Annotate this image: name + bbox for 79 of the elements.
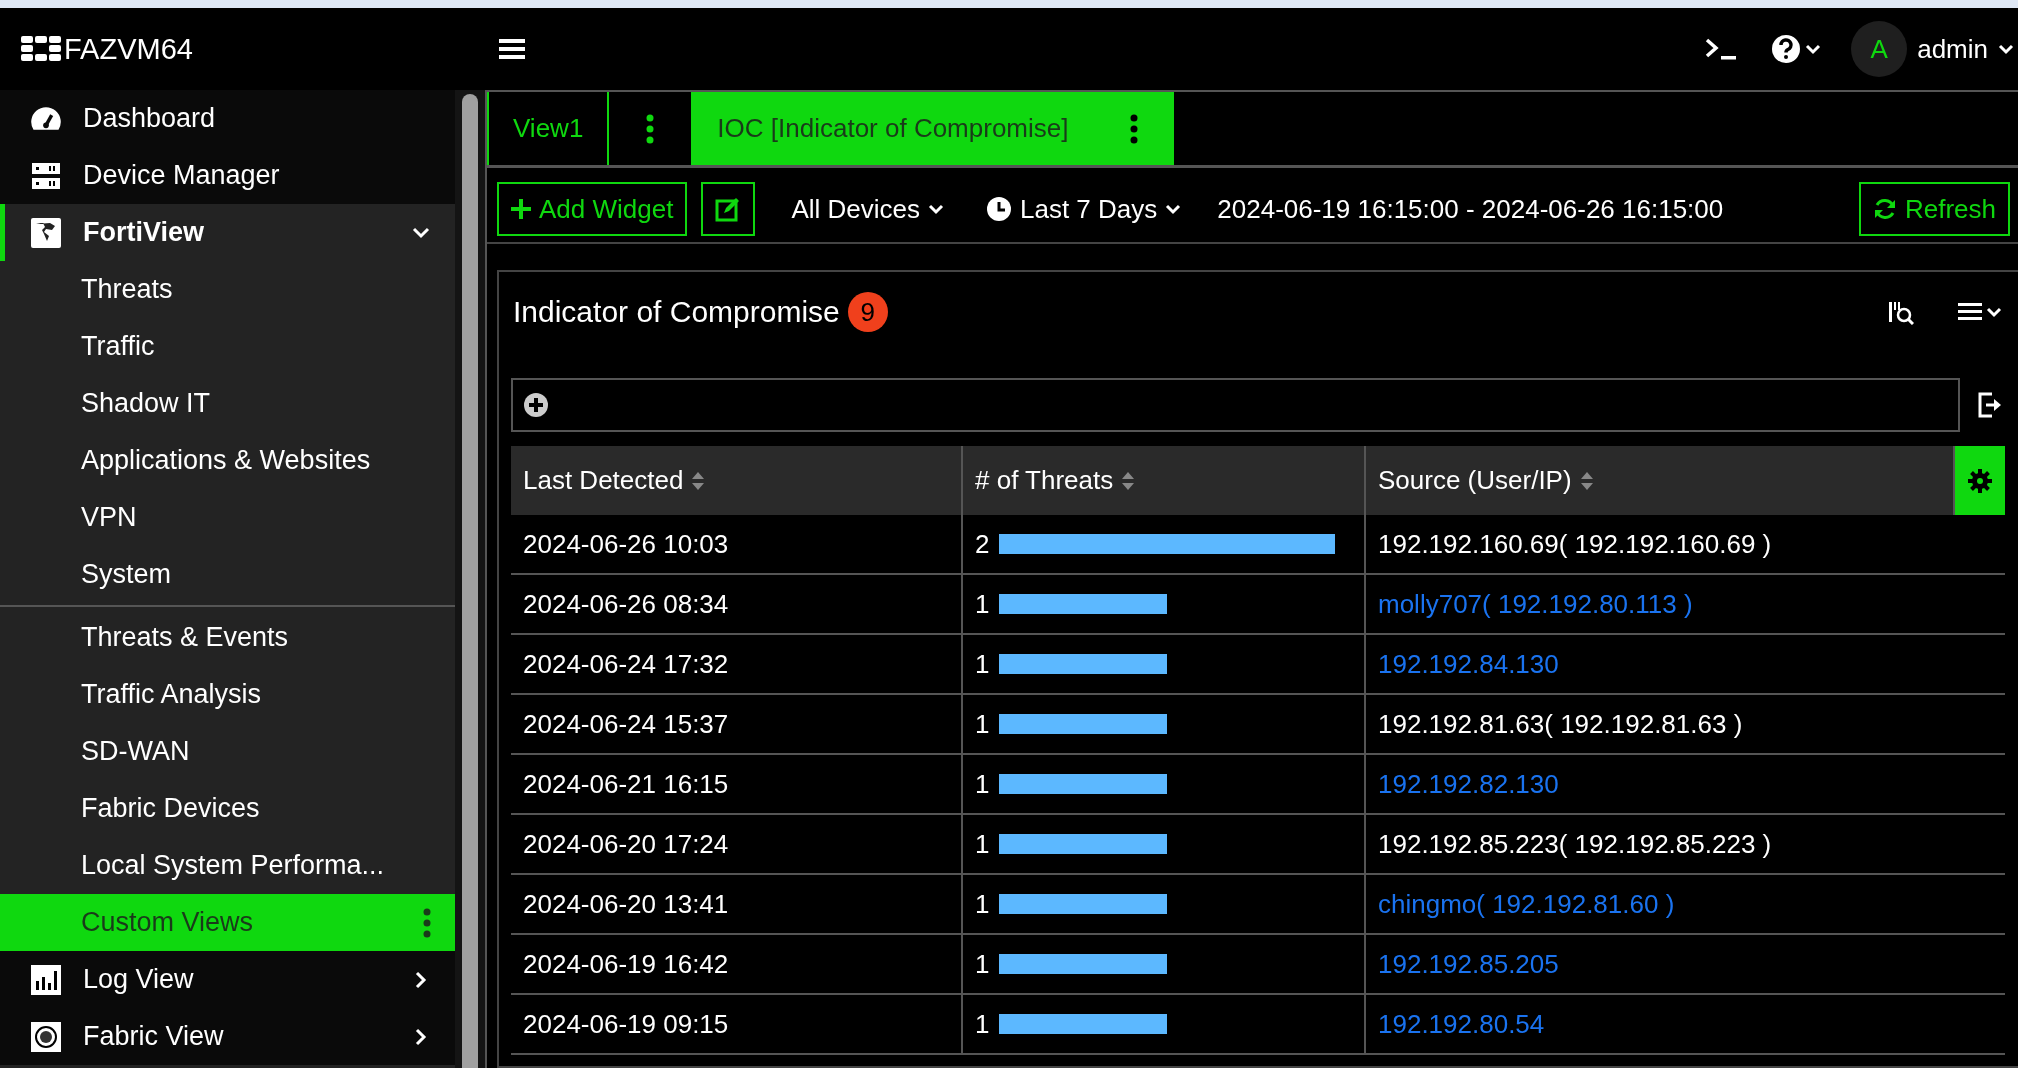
threat-count: 1 [975, 588, 989, 620]
clock-icon [986, 196, 1012, 222]
table-cell: 2024-06-19 09:15 [511, 995, 963, 1053]
product-name: FAZVM64 [64, 32, 193, 66]
add-filter-icon [523, 392, 549, 418]
threat-count: 2 [975, 528, 989, 560]
more-icon [1130, 113, 1139, 144]
caret-icon [1986, 306, 2002, 318]
sidebar-subitem[interactable]: Custom Views [0, 894, 455, 951]
table-cell: 2024-06-21 16:15 [511, 755, 963, 813]
sidebar-item[interactable]: Device Manager [0, 147, 455, 204]
add-widget-button[interactable]: Add Widget [497, 182, 688, 236]
bar-chart-icon [31, 964, 61, 995]
threat-count: 1 [975, 768, 989, 800]
menu-icon [499, 38, 525, 60]
source-link[interactable]: chingmo( 192.192.81.60 ) [1366, 875, 2005, 933]
device-dropdown[interactable]: All Devices [785, 192, 950, 226]
table-cell-text: 192.192.160.69( 192.192.160.69 ) [1377, 527, 1773, 561]
threat-count: 1 [975, 648, 989, 680]
plus-icon [511, 199, 531, 219]
caret-icon [1998, 43, 2014, 55]
caret-icon [1165, 203, 1182, 215]
count-badge: 9 [847, 292, 888, 332]
view-tab[interactable]: IOC [Indicator of Compromise] [691, 92, 1175, 165]
filter-field[interactable] [511, 378, 1960, 432]
export-icon [1978, 392, 2002, 418]
settings-icon [1968, 468, 1992, 493]
sidebar-item[interactable]: Fabric View [0, 1008, 455, 1065]
sort-icon [691, 470, 706, 491]
table-cell: 2024-06-26 08:34 [511, 575, 963, 633]
column-title: # of Threats [975, 465, 1114, 496]
gauge-icon [31, 106, 61, 131]
threat-count: 1 [975, 888, 989, 920]
avatar: A [1851, 21, 1908, 77]
column-header[interactable]: Last Detected [511, 446, 963, 515]
menu-icon [1958, 302, 1982, 322]
user-menu[interactable]: A admin [1851, 21, 2014, 77]
threat-count: 1 [975, 708, 989, 740]
caret-icon [1805, 43, 1822, 55]
column-header[interactable]: # of Threats [963, 446, 1366, 515]
scrollbar-thumb[interactable] [462, 94, 478, 1068]
column-settings-button[interactable] [1955, 446, 2005, 515]
table-cell-text: 192.192.81.63( 192.192.81.63 ) [1377, 707, 1744, 741]
search-list-icon [1888, 299, 1914, 325]
table-cell: 2024-06-24 17:32 [511, 635, 963, 693]
source-link[interactable]: 192.192.80.54 [1366, 995, 2005, 1053]
logo-icon [20, 35, 62, 63]
table-cell: 2024-06-24 15:37 [511, 695, 963, 753]
more-icon [423, 907, 431, 938]
server-icon [31, 161, 61, 190]
sidebar-item[interactable]: Log View [0, 951, 455, 1008]
source-link[interactable]: molly707( 192.192.80.113 ) [1366, 575, 2005, 633]
source-link[interactable]: 192.192.84.130 [1366, 635, 2005, 693]
caret-icon [928, 203, 944, 215]
source-link[interactable]: 192.192.85.205 [1366, 935, 2005, 993]
threat-count: 1 [975, 828, 989, 860]
more-icon [646, 113, 655, 144]
edit-icon [715, 196, 742, 222]
time-range-dropdown[interactable]: Last 7 Days [980, 192, 1188, 226]
table-cell: 2024-06-20 13:41 [511, 875, 963, 933]
table-cell: 2024-06-26 10:03 [511, 515, 963, 573]
sort-icon [1579, 470, 1594, 491]
table-cell: 2024-06-20 17:24 [511, 815, 963, 873]
date-range: 2024-06-19 16:15:00 - 2024-06-26 16:15:00 [1217, 193, 1724, 225]
help-icon [1771, 34, 1802, 64]
edit-button[interactable] [701, 182, 756, 236]
sort-icon [1121, 470, 1136, 491]
sidebar-item[interactable]: Dashboard [0, 90, 455, 147]
source-link[interactable]: 192.192.82.130 [1366, 755, 2005, 813]
terminal-icon [1705, 37, 1738, 61]
refresh-button[interactable]: Refresh [1858, 182, 2010, 236]
table-cell-text: 192.192.85.223( 192.192.85.223 ) [1377, 827, 1773, 861]
widget-title: Indicator of Compromise [513, 295, 840, 329]
column-title: Source (User/IP) [1378, 465, 1572, 496]
table-cell: 2024-06-19 16:42 [511, 935, 963, 993]
column-title: Last Detected [523, 465, 684, 496]
refresh-icon [1872, 197, 1897, 221]
threat-count: 1 [975, 948, 989, 980]
threat-count: 1 [975, 1008, 989, 1040]
